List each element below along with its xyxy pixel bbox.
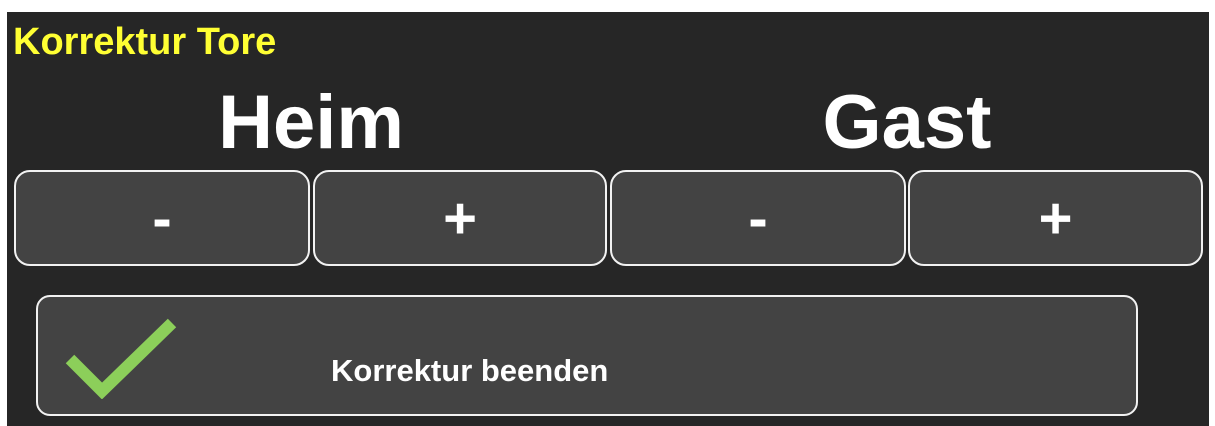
goal-correction-panel: Korrektur Tore Heim Gast - + - + Korrekt… — [7, 12, 1209, 426]
guest-minus-button[interactable]: - — [610, 170, 906, 266]
home-plus-button[interactable]: + — [313, 170, 607, 266]
guest-team-label: Gast — [822, 80, 992, 165]
guest-plus-label: + — [1038, 185, 1073, 251]
guest-minus-label: - — [748, 185, 768, 251]
checkmark-icon — [65, 318, 177, 399]
home-plus-label: + — [443, 185, 477, 251]
home-team-label: Heim — [218, 80, 404, 165]
home-minus-label: - — [152, 185, 172, 251]
home-minus-button[interactable]: - — [14, 170, 310, 266]
finish-correction-button[interactable]: Korrektur beenden — [36, 295, 1138, 416]
guest-plus-button[interactable]: + — [908, 170, 1203, 266]
panel-title: Korrektur Tore — [13, 21, 277, 63]
finish-correction-label: Korrektur beenden — [331, 353, 609, 388]
